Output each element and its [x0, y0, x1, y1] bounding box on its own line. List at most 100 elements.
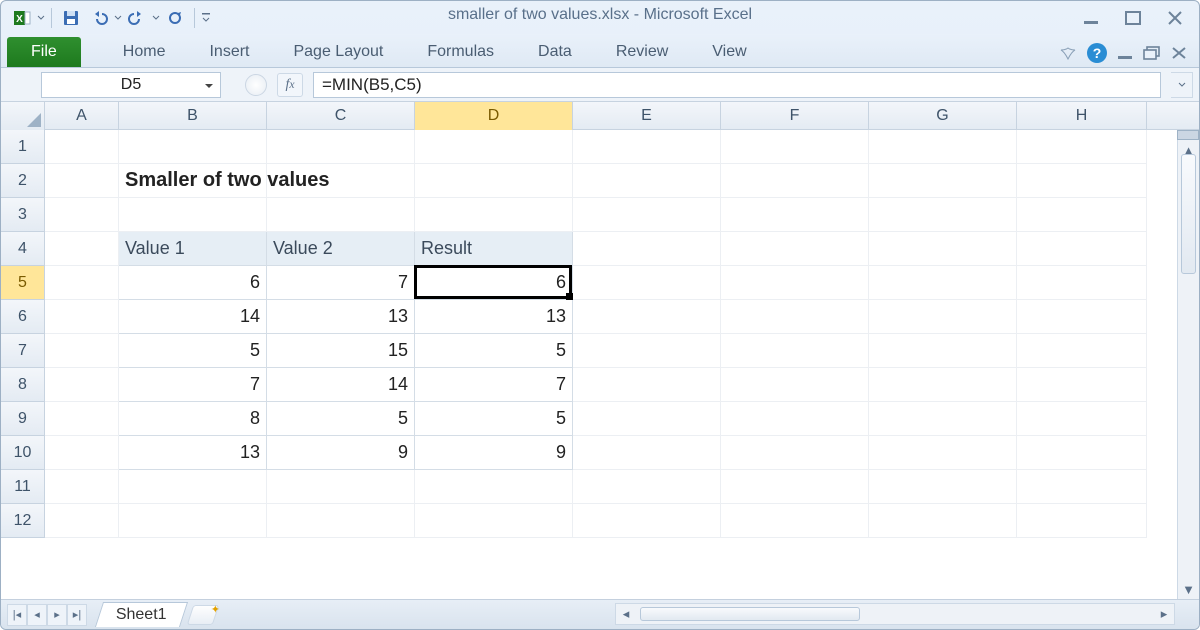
cell-C12[interactable]	[267, 504, 415, 538]
tab-home[interactable]: Home	[101, 37, 188, 67]
cell-D7[interactable]: 5	[415, 334, 573, 368]
sheet-nav-first-icon[interactable]: |◂	[7, 604, 27, 626]
sheet-nav-prev-icon[interactable]: ◂	[27, 604, 47, 626]
cell-G8[interactable]	[869, 368, 1017, 402]
scroll-down-icon[interactable]: ▼	[1178, 579, 1199, 599]
undo-button[interactable]	[86, 6, 112, 30]
cell-H6[interactable]	[1017, 300, 1147, 334]
cell-A3[interactable]	[45, 198, 119, 232]
cell-B3[interactable]	[119, 198, 267, 232]
row-header[interactable]: 6	[1, 300, 45, 334]
cell-G5[interactable]	[869, 266, 1017, 300]
vscroll-thumb[interactable]	[1181, 154, 1196, 274]
redo-button[interactable]	[124, 6, 150, 30]
cell-F3[interactable]	[721, 198, 869, 232]
row-header[interactable]: 4	[1, 232, 45, 266]
split-handle-top[interactable]	[1177, 130, 1199, 140]
cell-C9[interactable]: 5	[267, 402, 415, 436]
cell-B2[interactable]: Smaller of two values	[119, 164, 267, 198]
cell-E2[interactable]	[573, 164, 721, 198]
cell-C6[interactable]: 13	[267, 300, 415, 334]
new-sheet-button[interactable]: ✦	[186, 605, 218, 625]
cell-C7[interactable]: 15	[267, 334, 415, 368]
column-header-C[interactable]: C	[267, 102, 415, 130]
vertical-scrollbar[interactable]: ▲ ▼	[1177, 130, 1199, 599]
cell-A8[interactable]	[45, 368, 119, 402]
cell-G10[interactable]	[869, 436, 1017, 470]
cell-F12[interactable]	[721, 504, 869, 538]
row-header[interactable]: 5	[1, 266, 45, 300]
cell-A11[interactable]	[45, 470, 119, 504]
cell-F8[interactable]	[721, 368, 869, 402]
formula-input[interactable]: =MIN(B5,C5)	[313, 72, 1161, 98]
cell-G2[interactable]	[869, 164, 1017, 198]
cell-B12[interactable]	[119, 504, 267, 538]
cell-F1[interactable]	[721, 130, 869, 164]
column-header-G[interactable]: G	[869, 102, 1017, 130]
cell-D11[interactable]	[415, 470, 573, 504]
grid-body[interactable]: 12Smaller of two values34Value 1Value 2R…	[1, 130, 1199, 599]
cell-E11[interactable]	[573, 470, 721, 504]
tab-view[interactable]: View	[690, 37, 768, 67]
file-tab[interactable]: File	[7, 37, 81, 67]
tab-page-layout[interactable]: Page Layout	[271, 37, 405, 67]
cell-C8[interactable]: 14	[267, 368, 415, 402]
cell-A4[interactable]	[45, 232, 119, 266]
cell-E9[interactable]	[573, 402, 721, 436]
cell-A10[interactable]	[45, 436, 119, 470]
repeat-button[interactable]	[162, 6, 188, 30]
cell-C5[interactable]: 7	[267, 266, 415, 300]
cell-A2[interactable]	[45, 164, 119, 198]
cell-G12[interactable]	[869, 504, 1017, 538]
cell-G6[interactable]	[869, 300, 1017, 334]
horizontal-scrollbar[interactable]: ◂ ▸	[615, 603, 1175, 625]
fx-button[interactable]: fx	[277, 73, 303, 97]
maximize-icon[interactable]	[1123, 8, 1143, 28]
cell-E1[interactable]	[573, 130, 721, 164]
row-header[interactable]: 9	[1, 402, 45, 436]
cell-D12[interactable]	[415, 504, 573, 538]
cell-E4[interactable]	[573, 232, 721, 266]
cell-A9[interactable]	[45, 402, 119, 436]
cell-E8[interactable]	[573, 368, 721, 402]
cell-D2[interactable]	[415, 164, 573, 198]
mdi-minimize-icon[interactable]	[1117, 46, 1133, 60]
hscroll-thumb[interactable]	[640, 607, 860, 621]
sheet-tab[interactable]: Sheet1	[95, 602, 188, 627]
tab-formulas[interactable]: Formulas	[405, 37, 516, 67]
cell-B1[interactable]	[119, 130, 267, 164]
cell-C11[interactable]	[267, 470, 415, 504]
row-header[interactable]: 11	[1, 470, 45, 504]
undo-menu-arrow[interactable]	[114, 14, 122, 22]
cell-C3[interactable]	[267, 198, 415, 232]
row-header[interactable]: 7	[1, 334, 45, 368]
row-header[interactable]: 2	[1, 164, 45, 198]
cell-G3[interactable]	[869, 198, 1017, 232]
cell-E5[interactable]	[573, 266, 721, 300]
cell-H11[interactable]	[1017, 470, 1147, 504]
cell-G11[interactable]	[869, 470, 1017, 504]
row-header[interactable]: 8	[1, 368, 45, 402]
column-header-H[interactable]: H	[1017, 102, 1147, 130]
cell-H9[interactable]	[1017, 402, 1147, 436]
qat-customize-arrow[interactable]	[201, 11, 211, 25]
row-header[interactable]: 10	[1, 436, 45, 470]
cell-H2[interactable]	[1017, 164, 1147, 198]
cell-A5[interactable]	[45, 266, 119, 300]
cell-H12[interactable]	[1017, 504, 1147, 538]
tab-data[interactable]: Data	[516, 37, 594, 67]
save-button[interactable]	[58, 6, 84, 30]
tab-insert[interactable]: Insert	[187, 37, 271, 67]
minimize-icon[interactable]	[1081, 8, 1101, 28]
column-header-D[interactable]: D	[415, 102, 573, 130]
cell-D8[interactable]: 7	[415, 368, 573, 402]
cell-A6[interactable]	[45, 300, 119, 334]
cell-H7[interactable]	[1017, 334, 1147, 368]
sheet-nav-next-icon[interactable]: ▸	[47, 604, 67, 626]
cell-F7[interactable]	[721, 334, 869, 368]
cell-B10[interactable]: 13	[119, 436, 267, 470]
column-header-F[interactable]: F	[721, 102, 869, 130]
cell-F2[interactable]	[721, 164, 869, 198]
cell-C10[interactable]: 9	[267, 436, 415, 470]
cell-H4[interactable]	[1017, 232, 1147, 266]
